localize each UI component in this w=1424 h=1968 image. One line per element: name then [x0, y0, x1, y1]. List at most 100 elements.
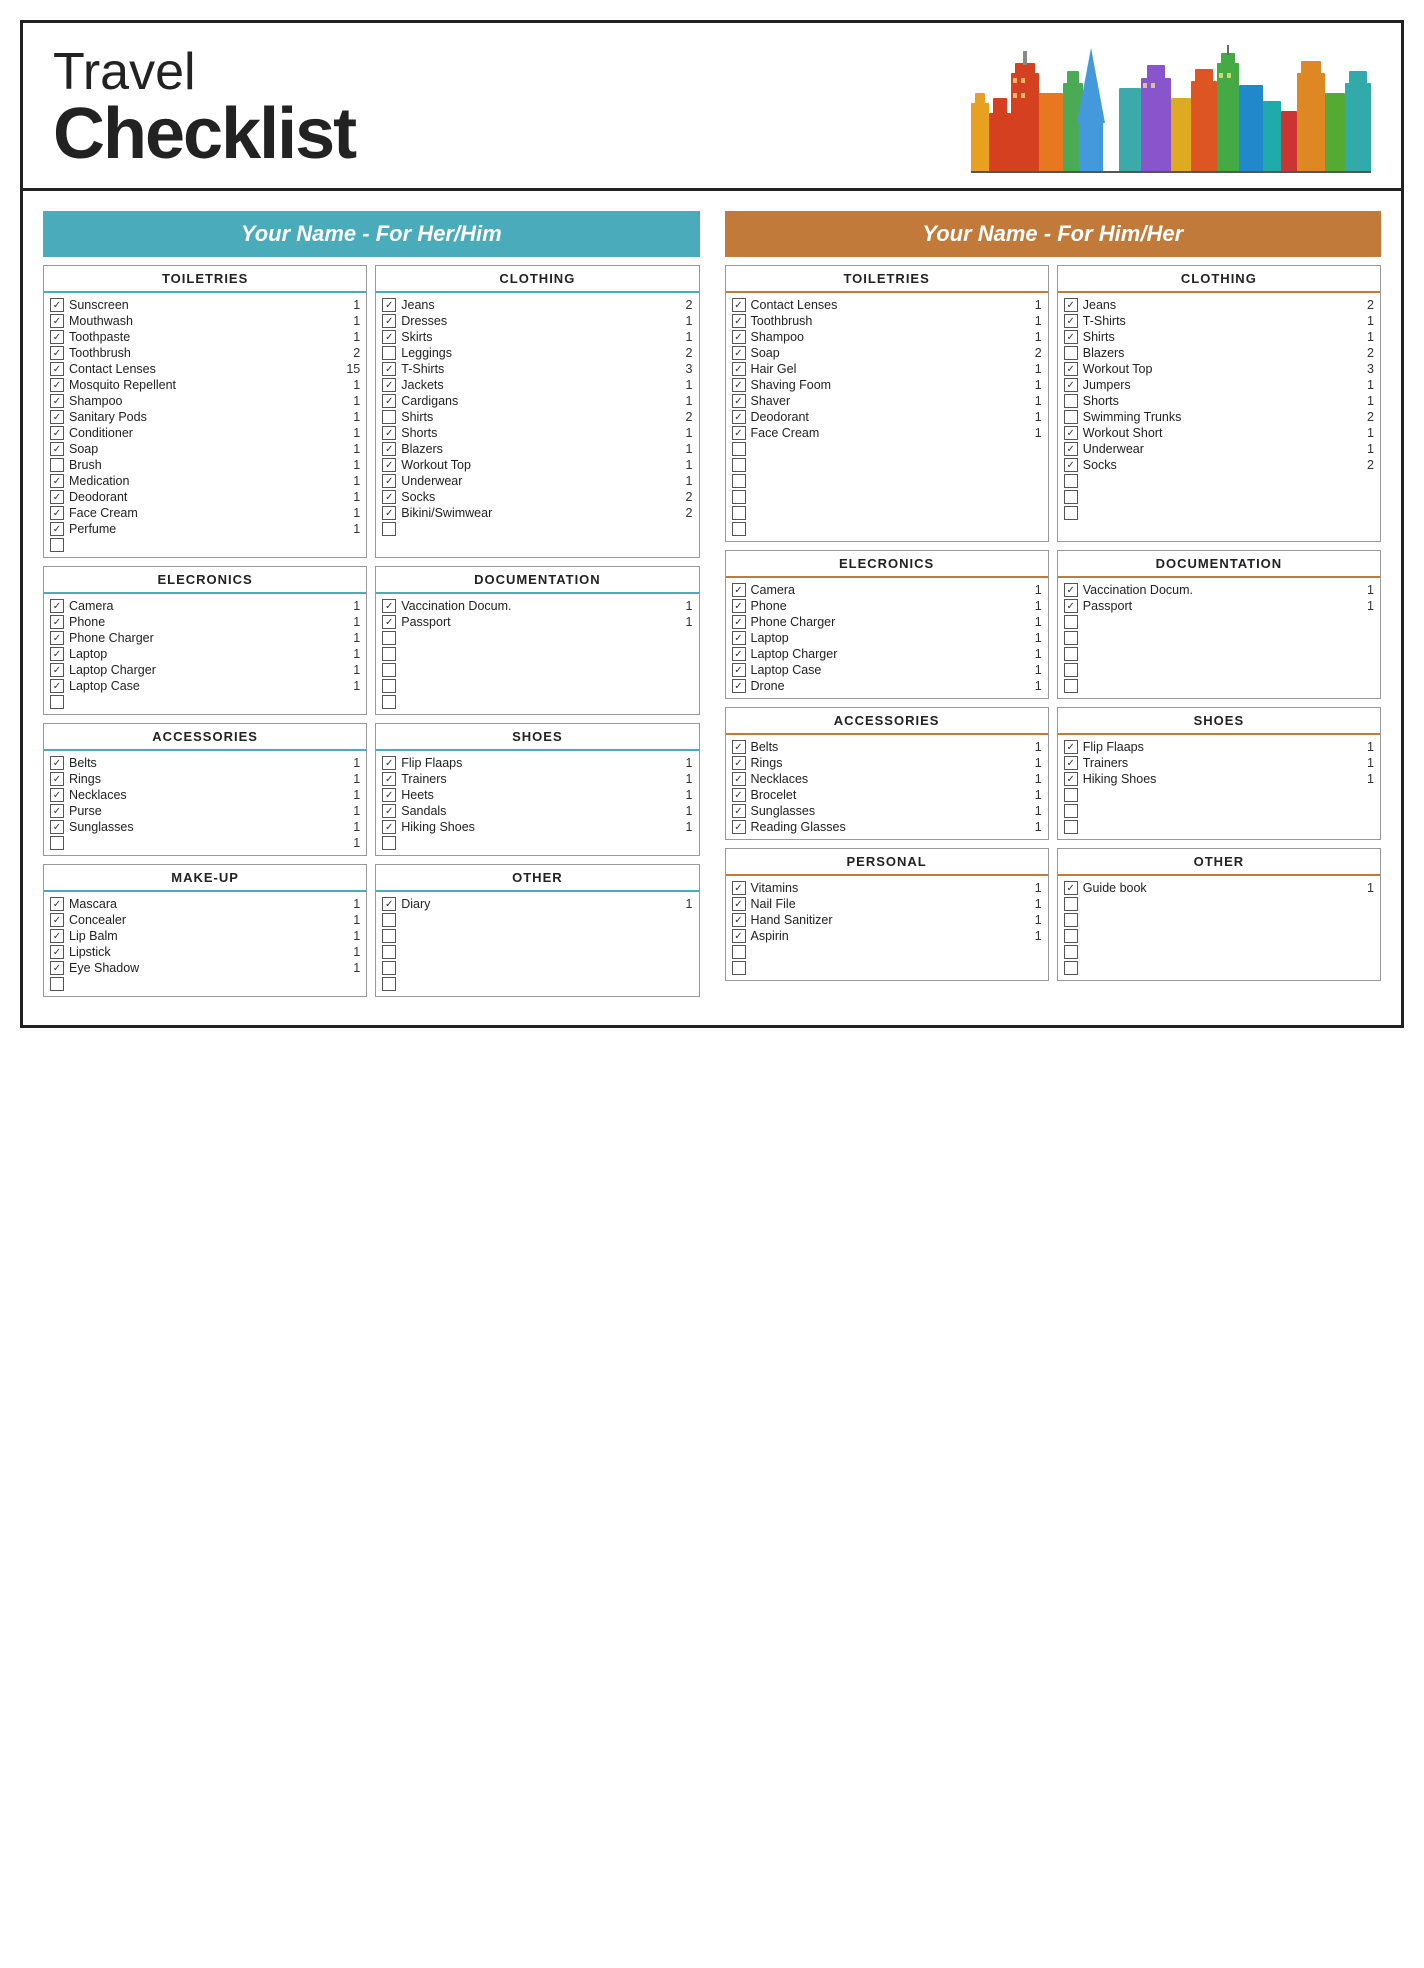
checkbox[interactable]	[382, 346, 396, 360]
checkbox[interactable]	[1064, 346, 1078, 360]
checkbox[interactable]	[382, 394, 396, 408]
checkbox[interactable]	[1064, 599, 1078, 613]
checkbox[interactable]	[382, 897, 396, 911]
checkbox[interactable]	[382, 362, 396, 376]
checkbox[interactable]	[50, 362, 64, 376]
checkbox[interactable]	[1064, 330, 1078, 344]
checkbox[interactable]	[382, 788, 396, 802]
checkbox[interactable]	[1064, 663, 1078, 677]
checkbox[interactable]	[1064, 394, 1078, 408]
checkbox[interactable]	[382, 298, 396, 312]
checkbox[interactable]	[732, 506, 746, 520]
checkbox[interactable]	[382, 474, 396, 488]
checkbox[interactable]	[1064, 772, 1078, 786]
checkbox[interactable]	[50, 330, 64, 344]
checkbox[interactable]	[1064, 378, 1078, 392]
checkbox[interactable]	[732, 442, 746, 456]
checkbox[interactable]	[382, 506, 396, 520]
checkbox[interactable]	[1064, 804, 1078, 818]
checkbox[interactable]	[382, 615, 396, 629]
checkbox[interactable]	[732, 378, 746, 392]
checkbox[interactable]	[382, 820, 396, 834]
checkbox[interactable]	[50, 913, 64, 927]
checkbox[interactable]	[1064, 961, 1078, 975]
checkbox[interactable]	[50, 804, 64, 818]
checkbox[interactable]	[732, 881, 746, 895]
checkbox[interactable]	[50, 474, 64, 488]
checkbox[interactable]	[732, 474, 746, 488]
checkbox[interactable]	[50, 410, 64, 424]
checkbox[interactable]	[382, 490, 396, 504]
checkbox[interactable]	[732, 961, 746, 975]
checkbox[interactable]	[382, 458, 396, 472]
checkbox[interactable]	[1064, 615, 1078, 629]
checkbox[interactable]	[1064, 298, 1078, 312]
checkbox[interactable]	[50, 506, 64, 520]
checkbox[interactable]	[732, 458, 746, 472]
checkbox[interactable]	[732, 804, 746, 818]
checkbox[interactable]	[1064, 442, 1078, 456]
checkbox[interactable]	[50, 615, 64, 629]
checkbox[interactable]	[732, 647, 746, 661]
checkbox[interactable]	[382, 804, 396, 818]
checkbox[interactable]	[1064, 474, 1078, 488]
checkbox[interactable]	[1064, 583, 1078, 597]
checkbox[interactable]	[50, 836, 64, 850]
checkbox[interactable]	[1064, 679, 1078, 693]
checkbox[interactable]	[382, 977, 396, 991]
checkbox[interactable]	[732, 679, 746, 693]
checkbox[interactable]	[50, 314, 64, 328]
checkbox[interactable]	[732, 756, 746, 770]
checkbox[interactable]	[732, 599, 746, 613]
checkbox[interactable]	[732, 820, 746, 834]
checkbox[interactable]	[1064, 410, 1078, 424]
checkbox[interactable]	[1064, 458, 1078, 472]
checkbox[interactable]	[382, 836, 396, 850]
checkbox[interactable]	[732, 522, 746, 536]
checkbox[interactable]	[382, 945, 396, 959]
checkbox[interactable]	[50, 679, 64, 693]
checkbox[interactable]	[732, 314, 746, 328]
checkbox[interactable]	[732, 788, 746, 802]
checkbox[interactable]	[382, 426, 396, 440]
checkbox[interactable]	[1064, 929, 1078, 943]
checkbox[interactable]	[1064, 362, 1078, 376]
checkbox[interactable]	[732, 583, 746, 597]
checkbox[interactable]	[50, 631, 64, 645]
checkbox[interactable]	[50, 695, 64, 709]
checkbox[interactable]	[1064, 788, 1078, 802]
checkbox[interactable]	[50, 788, 64, 802]
checkbox[interactable]	[732, 362, 746, 376]
checkbox[interactable]	[382, 599, 396, 613]
checkbox[interactable]	[50, 394, 64, 408]
checkbox[interactable]	[732, 330, 746, 344]
checkbox[interactable]	[1064, 631, 1078, 645]
checkbox[interactable]	[732, 945, 746, 959]
checkbox[interactable]	[50, 756, 64, 770]
checkbox[interactable]	[1064, 820, 1078, 834]
checkbox[interactable]	[50, 820, 64, 834]
checkbox[interactable]	[50, 647, 64, 661]
checkbox[interactable]	[732, 346, 746, 360]
checkbox[interactable]	[1064, 740, 1078, 754]
checkbox[interactable]	[732, 426, 746, 440]
checkbox[interactable]	[1064, 881, 1078, 895]
checkbox[interactable]	[732, 490, 746, 504]
checkbox[interactable]	[1064, 945, 1078, 959]
checkbox[interactable]	[382, 913, 396, 927]
checkbox[interactable]	[732, 410, 746, 424]
checkbox[interactable]	[382, 756, 396, 770]
checkbox[interactable]	[50, 945, 64, 959]
checkbox[interactable]	[732, 298, 746, 312]
checkbox[interactable]	[50, 458, 64, 472]
checkbox[interactable]	[382, 929, 396, 943]
checkbox[interactable]	[50, 346, 64, 360]
checkbox[interactable]	[732, 615, 746, 629]
checkbox[interactable]	[382, 647, 396, 661]
checkbox[interactable]	[382, 330, 396, 344]
checkbox[interactable]	[382, 695, 396, 709]
checkbox[interactable]	[50, 522, 64, 536]
checkbox[interactable]	[1064, 897, 1078, 911]
checkbox[interactable]	[50, 298, 64, 312]
checkbox[interactable]	[50, 490, 64, 504]
